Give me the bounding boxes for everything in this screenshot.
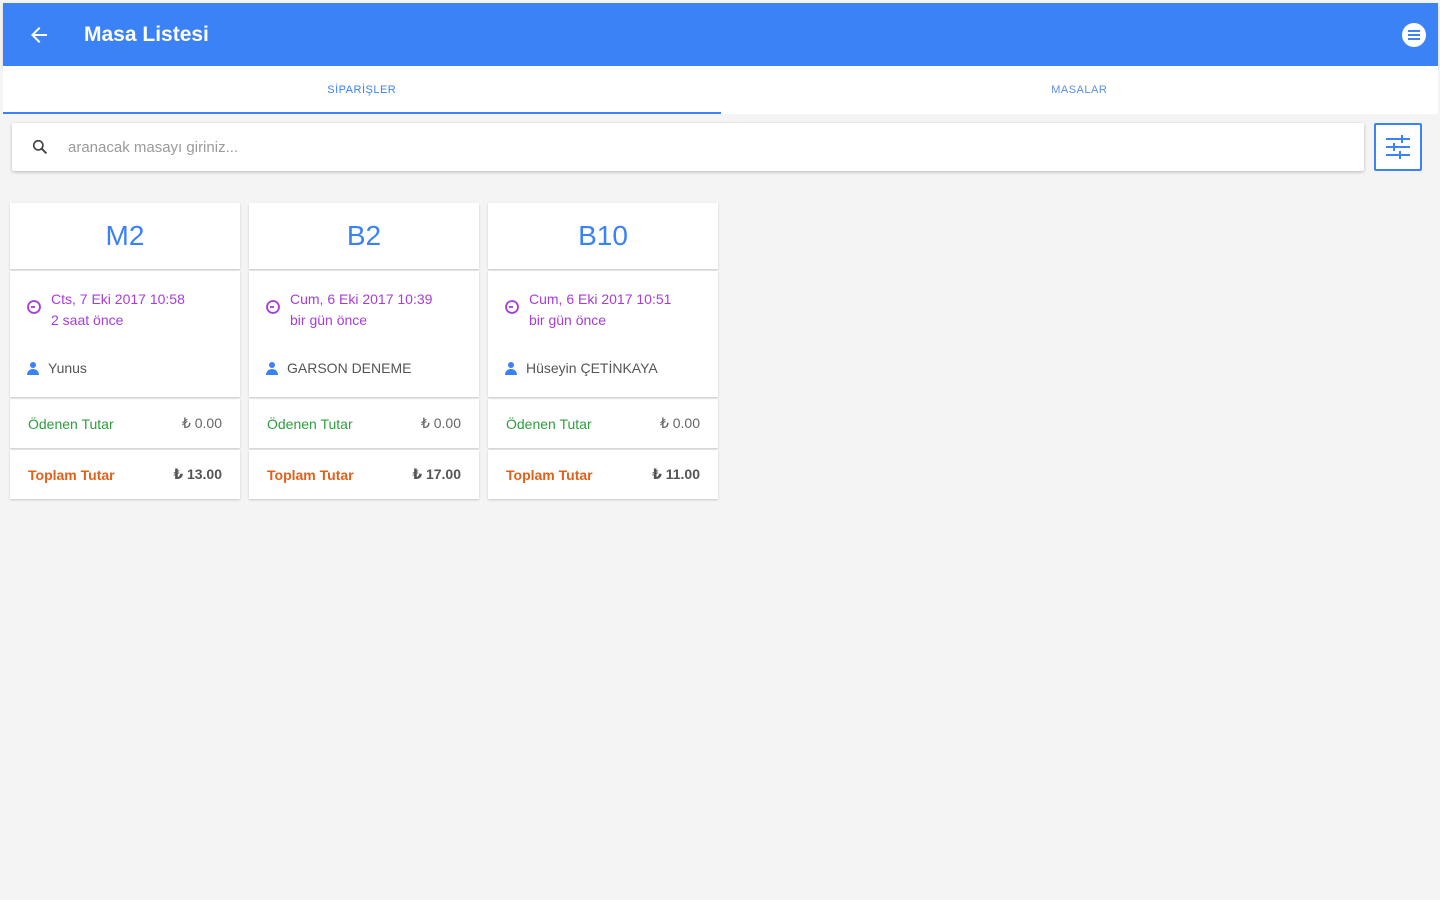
order-card[interactable]: B10 Cum, 6 Eki 2017 10:51 bir gün önce H…: [488, 203, 718, 501]
person-icon: [27, 362, 39, 375]
more-circle-icon[interactable]: [1402, 23, 1426, 47]
search-input[interactable]: [68, 123, 1364, 171]
filter-button[interactable]: [1374, 123, 1422, 171]
total-value: ₺ 13.00: [173, 466, 222, 482]
card-header: B2: [249, 203, 479, 269]
paid-row: Ödenen Tutar ₺ 0.00: [488, 399, 718, 448]
paid-label: Ödenen Tutar: [28, 415, 114, 432]
order-ago: bir gün önce: [529, 312, 607, 328]
total-row: Toplam Tutar ₺ 11.00: [488, 450, 718, 499]
order-card[interactable]: B2 Cum, 6 Eki 2017 10:39 bir gün önce GA…: [249, 203, 479, 501]
card-body: Cum, 6 Eki 2017 10:51 bir gün önce Hüsey…: [488, 271, 718, 397]
paid-row: Ödenen Tutar ₺ 0.00: [10, 399, 240, 448]
total-row: Toplam Tutar ₺ 13.00: [10, 450, 240, 499]
total-row: Toplam Tutar ₺ 17.00: [249, 450, 479, 499]
time-row: Cum, 6 Eki 2017 10:39 bir gün önce: [265, 289, 432, 331]
person-icon: [266, 362, 278, 375]
card-header: M2: [10, 203, 240, 269]
paid-label: Ödenen Tutar: [506, 415, 592, 432]
order-card[interactable]: M2 Cts, 7 Eki 2017 10:58 2 saat önce Yun…: [10, 203, 240, 501]
waiter-name: Hüseyin ÇETİNKAYA: [526, 360, 658, 376]
order-date: Cum, 6 Eki 2017 10:39: [290, 291, 433, 307]
time-row: Cum, 6 Eki 2017 10:51 bir gün önce: [504, 289, 671, 331]
search-row: [12, 123, 1432, 173]
sliders-icon: [1386, 135, 1410, 159]
paid-row: Ödenen Tutar ₺ 0.00: [249, 399, 479, 448]
time-row: Cts, 7 Eki 2017 10:58 2 saat önce: [26, 289, 185, 331]
tab-masalar[interactable]: MASALAR: [721, 66, 1439, 114]
clock-icon: [266, 300, 280, 314]
search-box: [12, 123, 1364, 171]
card-body: Cts, 7 Eki 2017 10:58 2 saat önce Yunus: [10, 271, 240, 397]
waiter-row: Hüseyin ÇETİNKAYA: [504, 360, 658, 376]
card-body: Cum, 6 Eki 2017 10:39 bir gün önce GARSO…: [249, 271, 479, 397]
search-icon: [12, 137, 68, 157]
paid-label: Ödenen Tutar: [267, 415, 353, 432]
order-date: Cum, 6 Eki 2017 10:51: [529, 291, 672, 307]
paid-value: ₺ 0.00: [181, 415, 222, 431]
page-title: Masa Listesi: [84, 22, 209, 46]
total-label: Toplam Tutar: [506, 466, 593, 483]
table-name: B10: [578, 220, 628, 251]
person-icon: [505, 362, 517, 375]
total-label: Toplam Tutar: [28, 466, 115, 483]
tab-bar: SİPARİŞLER MASALAR: [3, 66, 1438, 114]
total-value: ₺ 17.00: [412, 466, 461, 482]
arrow-left-icon: [31, 26, 47, 43]
order-ago: bir gün önce: [290, 312, 368, 328]
order-cards: M2 Cts, 7 Eki 2017 10:58 2 saat önce Yun…: [10, 203, 718, 501]
waiter-name: GARSON DENEME: [287, 360, 412, 376]
app-bar: Masa Listesi: [3, 3, 1438, 66]
table-name: B2: [346, 220, 382, 251]
paid-value: ₺ 0.00: [420, 415, 461, 431]
table-name: M2: [105, 220, 145, 251]
waiter-name: Yunus: [48, 360, 87, 376]
clock-icon: [27, 300, 41, 314]
back-button[interactable]: [3, 3, 75, 66]
paid-value: ₺ 0.00: [659, 415, 700, 431]
total-value: ₺ 11.00: [652, 466, 700, 482]
clock-icon: [505, 300, 519, 314]
order-ago: 2 saat önce: [51, 312, 124, 328]
waiter-row: Yunus: [26, 360, 87, 376]
card-header: B10: [488, 203, 718, 269]
tab-siparisler[interactable]: SİPARİŞLER: [3, 66, 721, 114]
total-label: Toplam Tutar: [267, 466, 354, 483]
app-screen: Masa Listesi SİPARİŞLER MASALAR aranacak…: [3, 3, 1438, 900]
order-date: Cts, 7 Eki 2017 10:58: [51, 291, 185, 307]
waiter-row: GARSON DENEME: [265, 360, 411, 376]
